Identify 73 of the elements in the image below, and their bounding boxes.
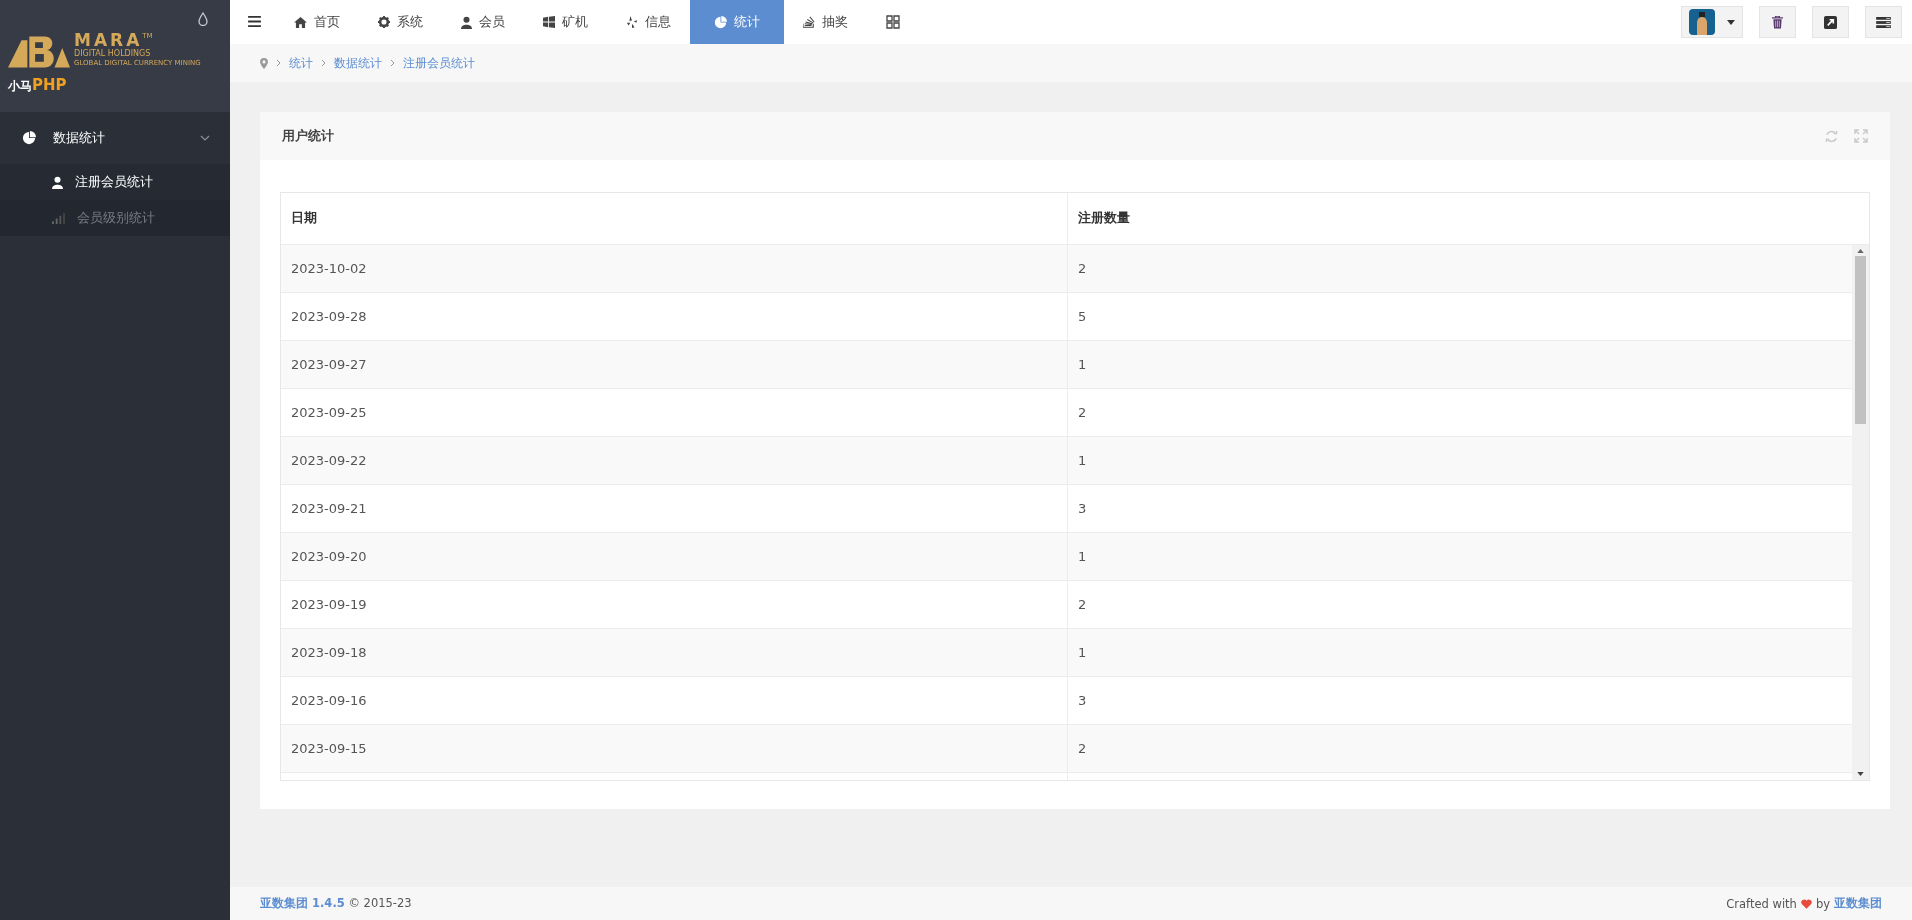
location-pin-icon (260, 57, 268, 69)
caret-icon (1727, 19, 1735, 25)
table-cell-text: 2 (1077, 404, 1088, 422)
table-cell-text: 1 (1077, 356, 1088, 374)
user-menu-button[interactable] (1681, 6, 1743, 38)
logo-icon (8, 34, 70, 68)
site-name: 小马 (8, 78, 32, 95)
footer-credit: Crafted with (1726, 896, 1797, 911)
settings-button[interactable] (1865, 6, 1902, 38)
sidebar-item[interactable]: 会员级别统计 (0, 200, 230, 236)
gear-icon (378, 16, 390, 28)
stack-icon (803, 16, 815, 28)
table-cell: 2023-09-28 (281, 293, 1068, 340)
panel-title: 用户统计 (282, 127, 335, 145)
footer-by: by (1815, 896, 1830, 911)
table-cell: 2023-09-21 (281, 485, 1068, 532)
external-link-icon (1824, 15, 1837, 29)
table-cell: 2023-09-15 (281, 725, 1068, 772)
trash-icon (1772, 15, 1783, 29)
heart-icon (1800, 898, 1812, 909)
clear-cache-button[interactable] (1759, 6, 1796, 38)
pie-chart-icon (714, 15, 727, 29)
nav-tab[interactable]: 首页 (275, 0, 359, 44)
table-cell-text: 3 (1077, 500, 1088, 518)
scroll-down-arrow-icon[interactable] (1857, 772, 1864, 776)
table-cell-text: 1 (1077, 548, 1088, 566)
site-suffix: PHP (32, 76, 67, 94)
avatar-icon (1689, 9, 1715, 35)
user-icon (52, 175, 63, 189)
open-site-button[interactable] (1812, 6, 1849, 38)
table-cell-text: 2 (1077, 740, 1088, 758)
menu-icon (248, 15, 261, 27)
table-cell: 2023-09-22 (281, 437, 1068, 484)
table-cell: 2023-09-16 (281, 677, 1068, 724)
column-header: 注册数量 (1077, 209, 1131, 227)
windows-icon (543, 16, 555, 28)
scroll-up-arrow-icon[interactable] (1857, 249, 1864, 253)
column-header: 日期 (281, 193, 1068, 244)
nav-tab[interactable]: 会员 (442, 0, 524, 44)
nav-tab[interactable]: 矿机 (524, 0, 607, 44)
table-cell: 2023-09-19 (281, 581, 1068, 628)
burst-icon (626, 16, 638, 28)
nav-tab[interactable]: 信息 (607, 0, 690, 44)
table-cell-text: 5 (1077, 308, 1088, 326)
chevron-icon (200, 135, 210, 141)
nav-tab[interactable]: 系统 (359, 0, 442, 44)
table-cell: 2023-09-18 (281, 629, 1068, 676)
logo-brand: MARA (74, 32, 143, 49)
chevron-right-icon (321, 59, 326, 67)
table-cell: 2023-09-25 (281, 389, 1068, 436)
table-cell-text: 3 (1077, 692, 1088, 710)
drop-icon[interactable] (198, 12, 208, 26)
list-icon (1876, 16, 1891, 28)
table-cell-text: 2 (1077, 596, 1088, 614)
footer-copyright: 亚数集团 1.4.5 © 2015-23 (260, 896, 412, 911)
table-cell: 2023-10-02 (281, 245, 1068, 292)
signal-bars-icon (52, 212, 65, 224)
table-cell-text: 2 (1077, 260, 1088, 278)
table-cell: 2023-09-27 (281, 341, 1068, 388)
table-cell-text: 1 (1077, 644, 1088, 662)
sidebar-group-label: 数据统计 (53, 129, 106, 147)
table-cell: 2023-09-20 (281, 533, 1068, 580)
chevron-right-icon (390, 59, 395, 67)
scrollbar-thumb[interactable] (1855, 256, 1866, 424)
grid-icon (886, 15, 900, 29)
logo-subtitle: DIGITAL HOLDINGS (74, 49, 152, 59)
pie-chart-icon (22, 131, 36, 145)
user-icon (461, 15, 472, 29)
scrollbar[interactable] (1852, 245, 1869, 780)
table-cell-text: 1 (1077, 452, 1088, 470)
home-icon (294, 16, 307, 28)
chevron-right-icon (276, 59, 281, 67)
nav-tab[interactable]: 抽奖 (784, 0, 867, 44)
